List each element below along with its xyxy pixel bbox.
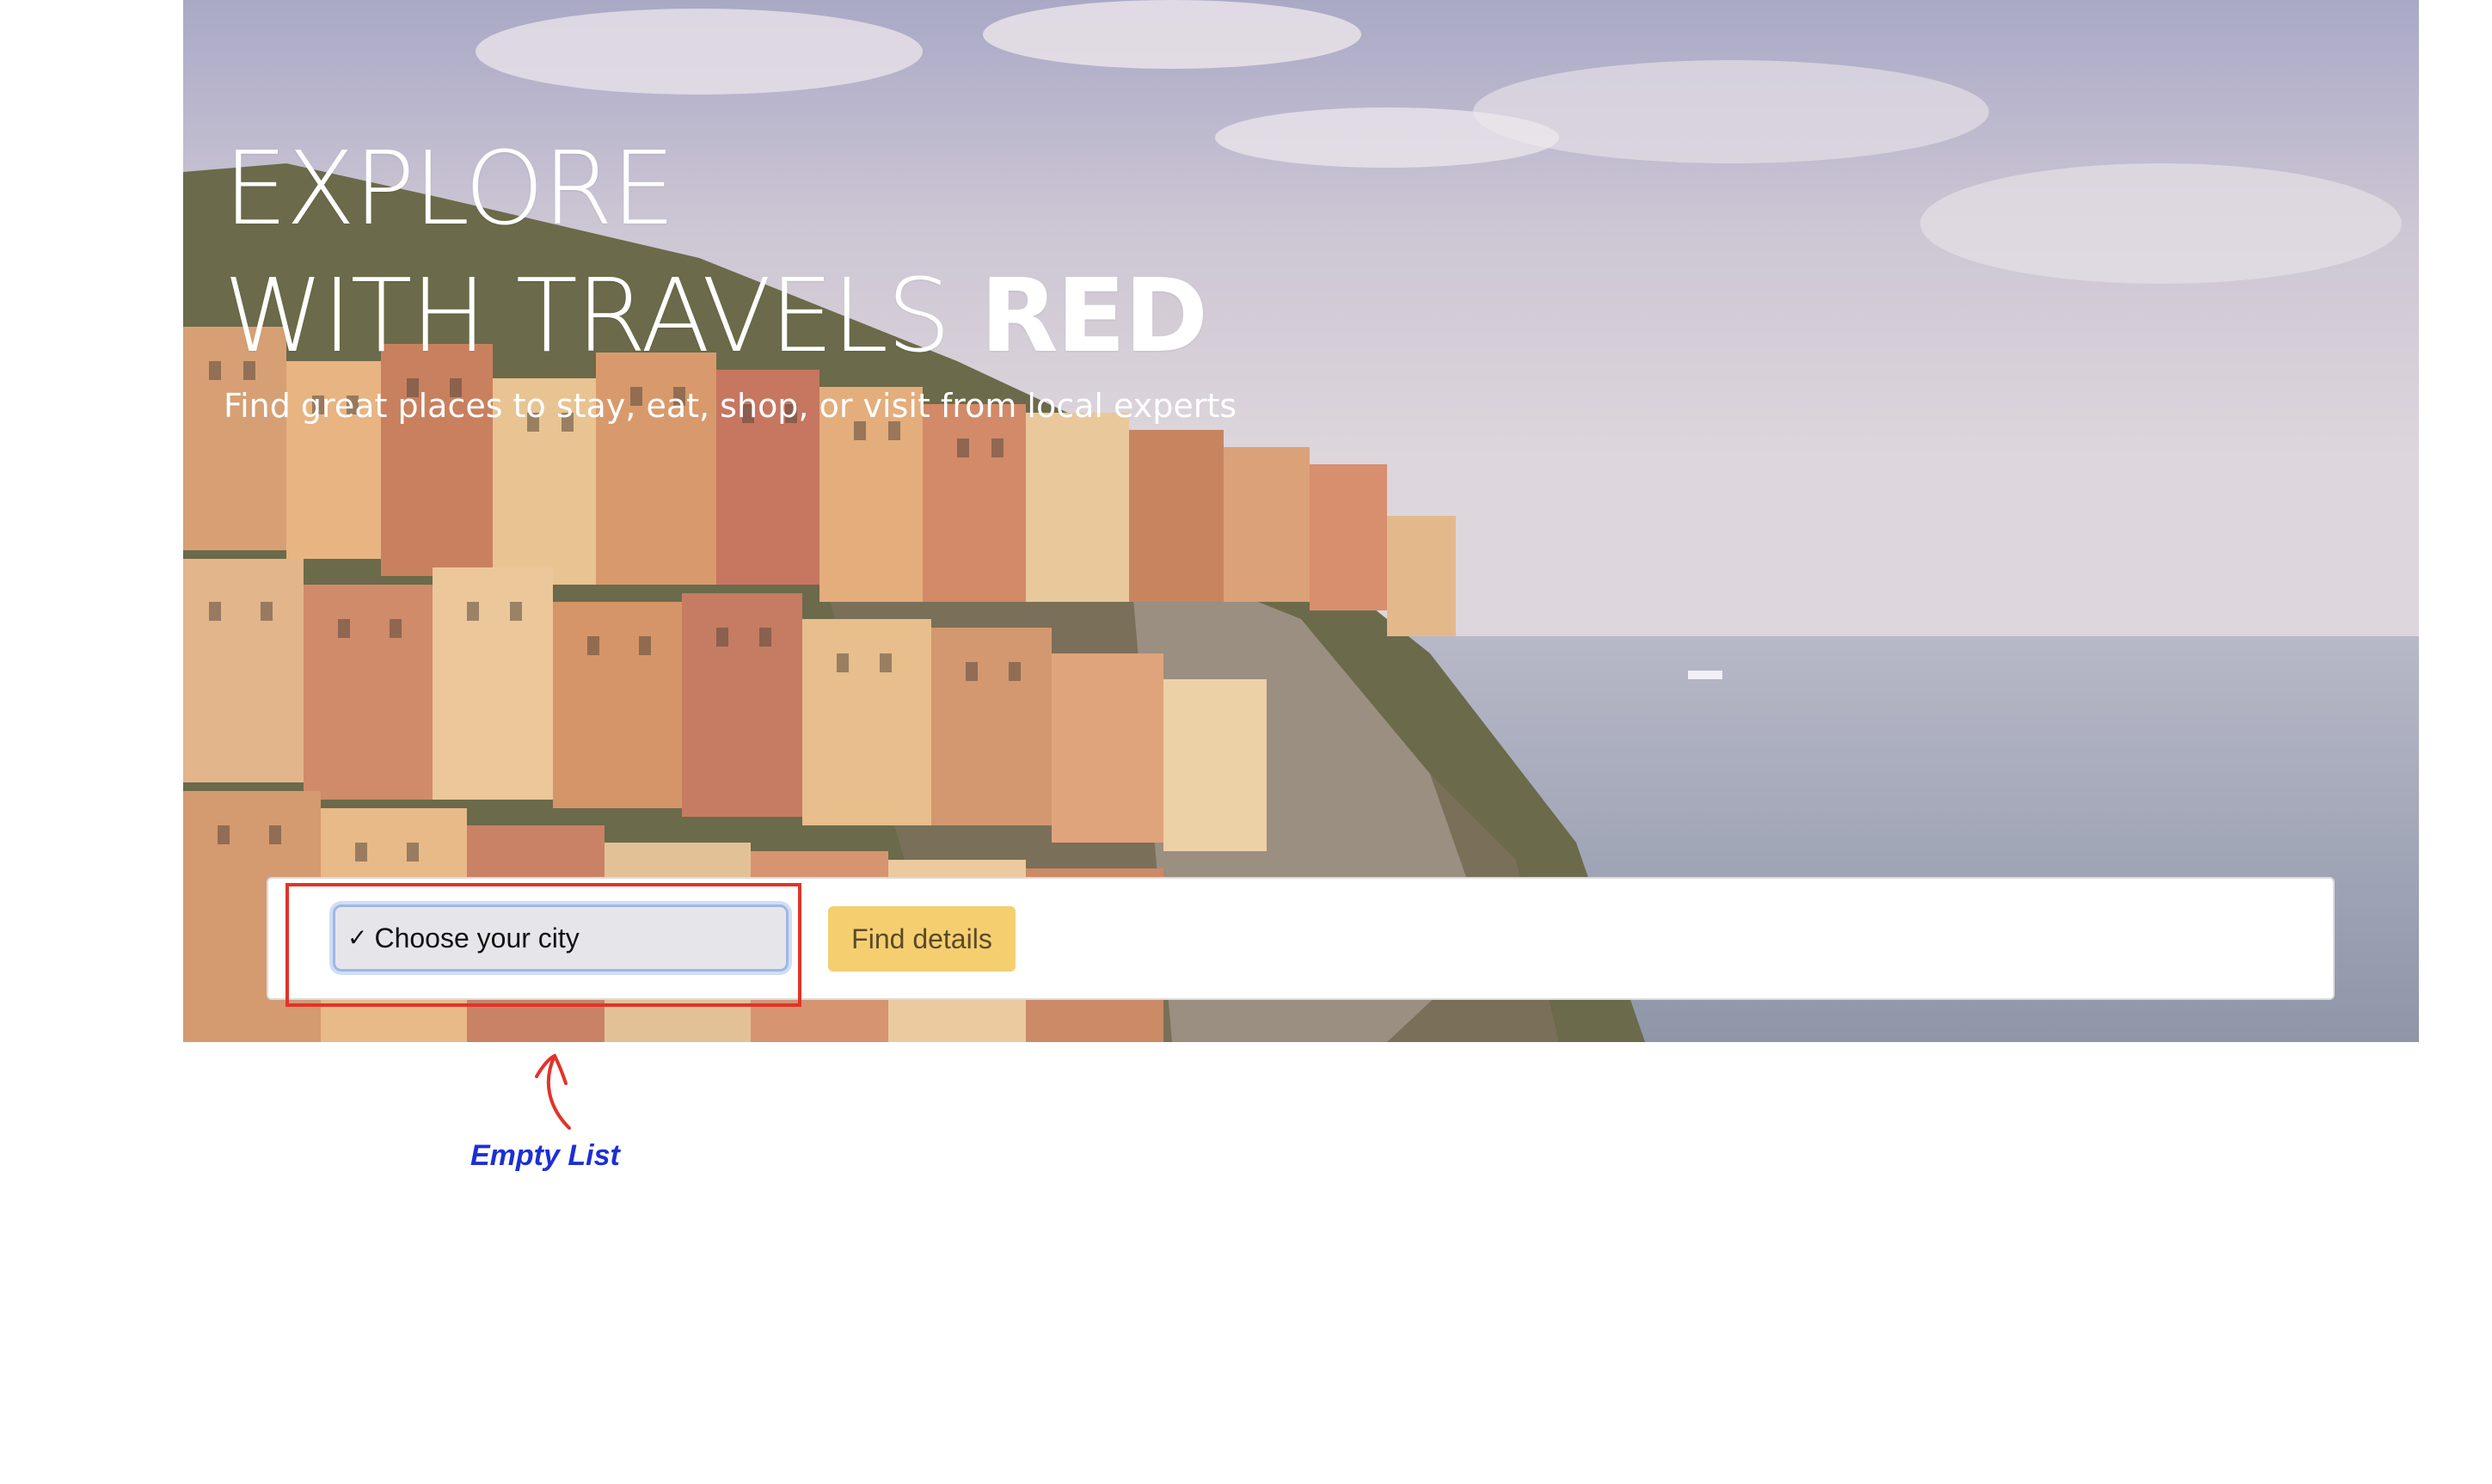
hero-title-line2: WITH TRAVELS RED [224, 252, 1208, 379]
find-details-button[interactable]: Find details [828, 906, 1016, 972]
hero-title-prefix: WITH TRAVELS [224, 256, 980, 375]
hero-title-line1: EXPLORE [224, 129, 676, 248]
annotation-arrow-icon [535, 1053, 571, 1130]
annotation-label: Empty List [470, 1139, 620, 1172]
hero-subtitle: Find great places to stay, eat, shop, or… [224, 387, 1237, 425]
hero-title-accent: RED [979, 256, 1208, 375]
hero-title: EXPLORE WITH TRAVELS RED [224, 125, 1208, 379]
annotation-highlight-box [285, 883, 801, 1007]
